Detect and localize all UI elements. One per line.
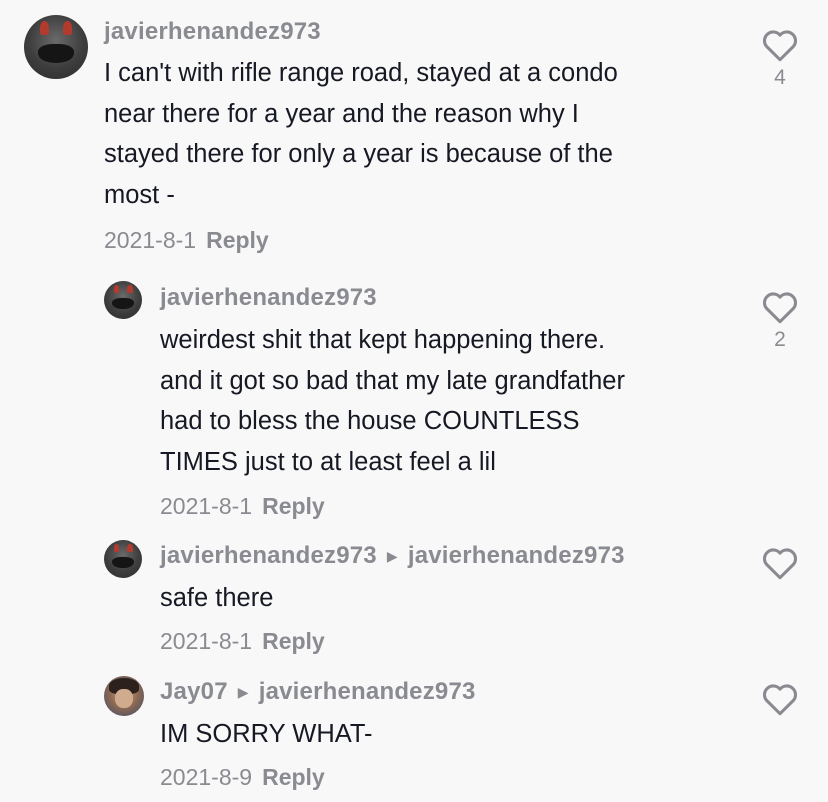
comment-username[interactable]: javierhenandez973 bbox=[160, 284, 377, 312]
comment-meta: 2021-8-9 Reply bbox=[160, 764, 325, 791]
avatar[interactable] bbox=[24, 15, 88, 79]
reply-button[interactable]: Reply bbox=[262, 628, 325, 654]
comment-text: safe there bbox=[160, 584, 274, 612]
heart-outline-icon bbox=[762, 292, 798, 324]
comment-username[interactable]: javierhenandez973 ▶ javierhenandez973 bbox=[160, 542, 625, 570]
reply-to-username[interactable]: javierhenandez973 bbox=[259, 678, 476, 705]
comment-username[interactable]: Jay07 ▶ javierhenandez973 bbox=[160, 678, 476, 706]
heart-outline-icon bbox=[762, 684, 798, 716]
like-button[interactable]: 4 bbox=[760, 28, 800, 90]
triangle-right-icon: ▶ bbox=[386, 548, 398, 564]
comment-date: 2021-8-1 bbox=[160, 493, 253, 519]
like-button[interactable] bbox=[760, 546, 800, 580]
heart-outline-icon bbox=[762, 30, 798, 62]
avatar[interactable] bbox=[104, 281, 142, 319]
comment-date: 2021-8-9 bbox=[160, 764, 253, 790]
comment-text: weirdest shit that kept happening there.… bbox=[160, 326, 625, 476]
like-button[interactable]: 2 bbox=[760, 290, 800, 352]
comment-date: 2021-8-1 bbox=[160, 628, 253, 654]
like-count: 4 bbox=[774, 66, 786, 89]
reply-button[interactable]: Reply bbox=[262, 764, 325, 790]
comment-meta: 2021-8-1 Reply bbox=[104, 227, 269, 254]
comment-username[interactable]: javierhenandez973 bbox=[104, 18, 321, 46]
triangle-right-icon: ▶ bbox=[237, 684, 249, 700]
reply-button[interactable]: Reply bbox=[262, 493, 325, 519]
avatar[interactable] bbox=[104, 676, 144, 716]
comment-item: javierhenandez973 ▶ javierhenandez973 safe… bbox=[0, 530, 828, 670]
comment-item: Jay07 ▶ javierhenandez973 IM SORRY WHAT- 2… bbox=[0, 670, 828, 802]
reply-to-username[interactable]: javierhenandez973 bbox=[408, 542, 625, 569]
comment-meta: 2021-8-1 Reply bbox=[160, 628, 325, 655]
heart-outline-icon bbox=[762, 548, 798, 580]
like-count: 2 bbox=[774, 328, 786, 351]
comment-item: javierhenandez973 weirdest shit that kep… bbox=[0, 270, 828, 530]
comment-text: I can't with rifle range road, stayed at… bbox=[104, 59, 618, 209]
comment-text: IM SORRY WHAT- bbox=[160, 720, 373, 748]
like-button[interactable] bbox=[760, 682, 800, 716]
reply-button[interactable]: Reply bbox=[206, 227, 269, 253]
comment-date: 2021-8-1 bbox=[104, 227, 197, 253]
comment-meta: 2021-8-1 Reply bbox=[160, 493, 325, 520]
comment-item: javierhenandez973 I can't with rifle ran… bbox=[0, 0, 828, 270]
avatar[interactable] bbox=[104, 540, 142, 578]
